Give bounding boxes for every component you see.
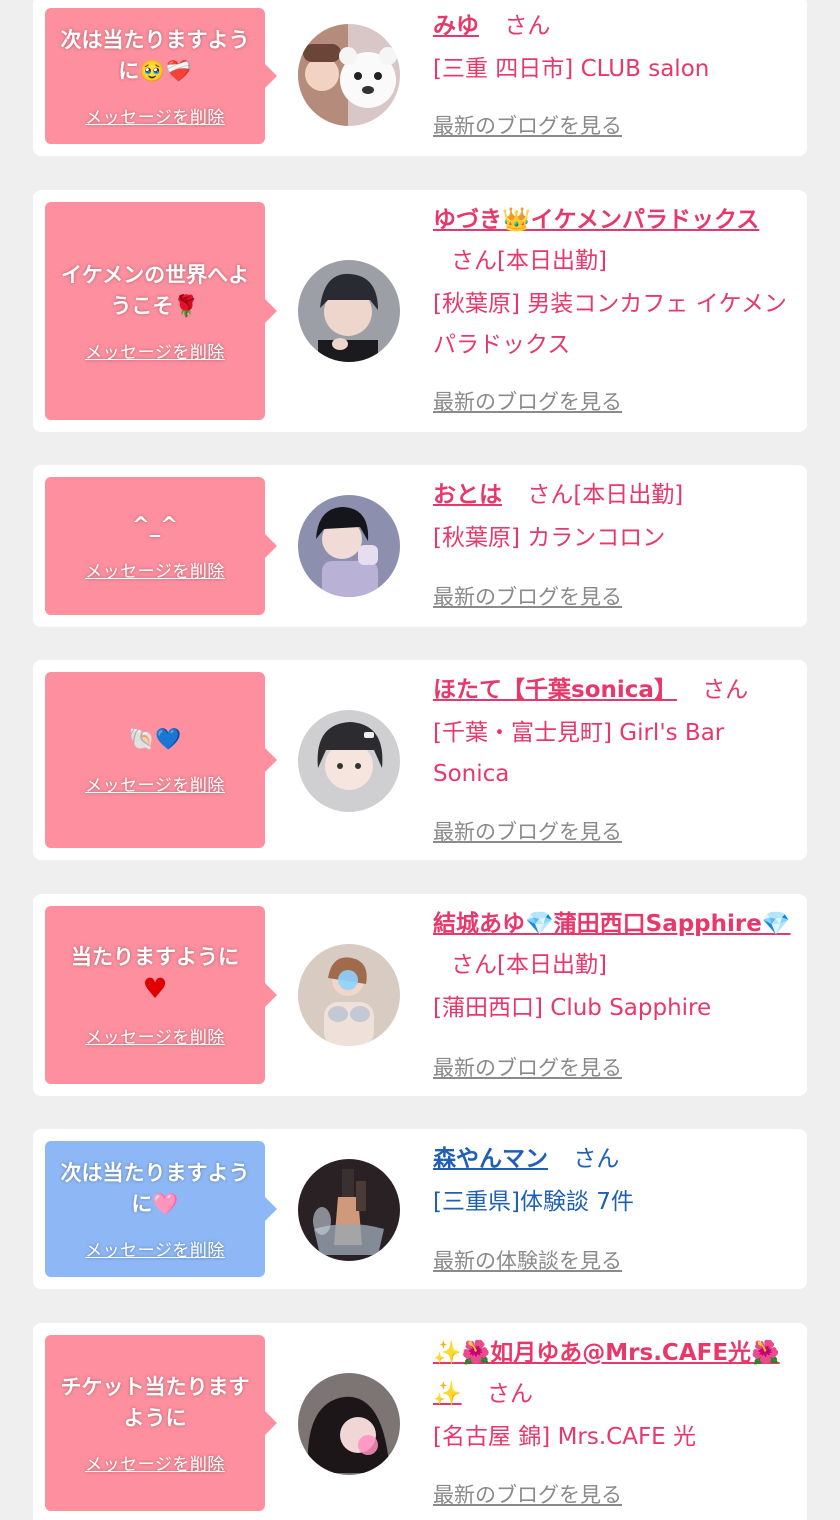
suffix-text: さん: [573, 1146, 620, 1172]
latest-blog-link[interactable]: 最新のブログを見る: [433, 110, 622, 140]
latest-blog-link[interactable]: 最新のブログを見る: [433, 816, 622, 846]
profile-info: みゆ さん [三重 四日市] CLUB salon: [433, 6, 793, 90]
profile-info: おとは さん[本日出勤] [秋葉原] カランコロン: [433, 475, 793, 559]
avatar[interactable]: [298, 944, 400, 1046]
shop-text: [蒲田西口] Club Sapphire: [433, 995, 712, 1021]
latest-blog-link[interactable]: 最新のブログを見る: [433, 1479, 622, 1509]
shop-text: [三重県]体験談 7件: [433, 1189, 634, 1215]
avatar-photo-icon: [298, 1159, 400, 1261]
message-bubble: 当たりますように ♥ メッセージを削除: [45, 906, 277, 1084]
message-text: チケット当たりますように: [60, 1374, 250, 1430]
delete-message-link[interactable]: メッセージを削除: [85, 1023, 225, 1048]
message-list: 次は当たりますように🥹❤️‍🩹 メッセージを削除 みゆ さん: [0, 0, 840, 1520]
message-text: 次は当たりますように🩷: [57, 1158, 253, 1220]
avatar-photo-icon: [298, 1373, 400, 1475]
message-text: イケメンの世界へようこそ🌹: [57, 260, 253, 322]
message-card: チケット当たりますように メッセージを削除 ✨🌺如月ゆあ@Mrs.CAFE光🌺✨…: [33, 1323, 807, 1520]
avatar-photo-icon: [298, 944, 400, 1046]
shop-text: [秋葉原] 男装コンカフェ イケメンパラドックス: [433, 291, 787, 358]
delete-message-link[interactable]: メッセージを削除: [85, 338, 225, 363]
message-card: 🐚💙 メッセージを削除 ほたて【千葉sonica】 さん [千葉・富士見町] G…: [33, 660, 807, 860]
profile-name-link[interactable]: おとは: [433, 482, 502, 508]
profile-info: ✨🌺如月ゆあ@Mrs.CAFE光🌺✨ さん [名古屋 錦] Mrs.CAFE 光: [433, 1333, 793, 1458]
delete-message-link[interactable]: メッセージを削除: [85, 103, 225, 128]
message-text: ^_^: [132, 513, 178, 537]
profile-info: 森やんマン さん [三重県]体験談 7件: [433, 1139, 793, 1223]
shop-text: [名古屋 錦] Mrs.CAFE 光: [433, 1424, 697, 1450]
avatar[interactable]: [298, 710, 400, 812]
shell-heart-icon: 🐚💙: [128, 727, 182, 751]
profile-info: ゆづき👑イケメンパラドックス さん[本日出勤] [秋葉原] 男装コンカフェ イケ…: [433, 200, 793, 366]
message-bubble: ^_^ メッセージを削除: [45, 477, 277, 615]
latest-blog-link[interactable]: 最新のブログを見る: [433, 1052, 622, 1082]
suffix-text: さん[本日出勤]: [451, 248, 607, 274]
message-bubble: 次は当たりますように🥹❤️‍🩹 メッセージを削除: [45, 8, 277, 144]
avatar-photo-icon: [298, 260, 400, 362]
latest-blog-link[interactable]: 最新のブログを見る: [433, 581, 622, 611]
emoji-icon: 🥹❤️‍🩹: [139, 58, 192, 83]
shop-text: [秋葉原] カランコロン: [433, 525, 666, 551]
suffix-text: さん: [486, 1381, 533, 1407]
profile-name-link[interactable]: 結城あゆ💎蒲田西口Sapphire💎: [433, 911, 791, 937]
message-bubble: チケット当たりますように メッセージを削除: [45, 1335, 277, 1511]
message-text: 当たりますように ♥: [71, 945, 239, 1005]
pink-heart-icon: 🩷: [152, 1191, 179, 1216]
latest-review-link[interactable]: 最新の体験談を見る: [433, 1245, 622, 1275]
message-bubble: イケメンの世界へようこそ🌹 メッセージを削除: [45, 202, 277, 420]
rose-icon: 🌹: [173, 293, 200, 318]
profile-name-link[interactable]: ゆづき👑イケメンパラドックス: [433, 207, 759, 233]
avatar[interactable]: [298, 495, 400, 597]
avatar[interactable]: [298, 1159, 400, 1261]
profile-info: 結城あゆ💎蒲田西口Sapphire💎 さん[本日出勤] [蒲田西口] Club …: [433, 904, 793, 1029]
message-card: ^_^ メッセージを削除 おとは さん[本日出勤] [秋葉原] カランコロン 最…: [33, 465, 807, 627]
message-card: イケメンの世界へようこそ🌹 メッセージを削除 ゆづき👑イケメンパラドックス さん…: [33, 190, 807, 432]
suffix-text: さん[本日出勤]: [451, 952, 607, 978]
latest-blog-link[interactable]: 最新のブログを見る: [433, 386, 622, 416]
delete-message-link[interactable]: メッセージを削除: [85, 557, 225, 582]
message-bubble: 🐚💙 メッセージを削除: [45, 672, 277, 848]
message-card: 次は当たりますように🩷 メッセージを削除 森やんマン さん [三重県]体験談 7…: [33, 1129, 807, 1289]
avatar-photo-icon: [298, 710, 400, 812]
delete-message-link[interactable]: メッセージを削除: [85, 1236, 225, 1261]
heart-icon: ♥: [142, 972, 168, 1005]
suffix-text: さん[本日出勤]: [527, 482, 684, 508]
avatar[interactable]: [298, 260, 400, 362]
avatar-photo-icon: [298, 24, 400, 126]
avatar[interactable]: [298, 24, 400, 126]
delete-message-link[interactable]: メッセージを削除: [85, 1450, 225, 1475]
suffix-text: さん: [702, 677, 749, 703]
message-text: 🐚💙: [129, 724, 181, 755]
avatar[interactable]: [298, 1373, 400, 1475]
shop-text: [三重 四日市] CLUB salon: [433, 56, 710, 82]
profile-info: ほたて【千葉sonica】 さん [千葉・富士見町] Girl's Bar So…: [433, 670, 793, 795]
message-text: 次は当たりますように🥹❤️‍🩹: [57, 25, 253, 87]
message-card: 次は当たりますように🥹❤️‍🩹 メッセージを削除 みゆ さん: [33, 0, 807, 156]
suffix-text: さん: [504, 13, 551, 39]
profile-name-link[interactable]: みゆ: [433, 13, 479, 39]
avatar-photo-icon: [298, 495, 400, 597]
profile-name-link[interactable]: ほたて【千葉sonica】: [433, 677, 677, 703]
message-card: 当たりますように ♥ メッセージを削除 結城あゆ💎蒲田西口Sapphire💎 さ…: [33, 894, 807, 1096]
profile-name-link[interactable]: 森やんマン: [433, 1146, 548, 1172]
message-bubble: 次は当たりますように🩷 メッセージを削除: [45, 1141, 277, 1277]
profile-name-link[interactable]: ✨🌺如月ゆあ@Mrs.CAFE光🌺✨: [433, 1340, 780, 1407]
shop-text: [千葉・富士見町] Girl's Bar Sonica: [433, 720, 725, 787]
delete-message-link[interactable]: メッセージを削除: [85, 771, 225, 796]
